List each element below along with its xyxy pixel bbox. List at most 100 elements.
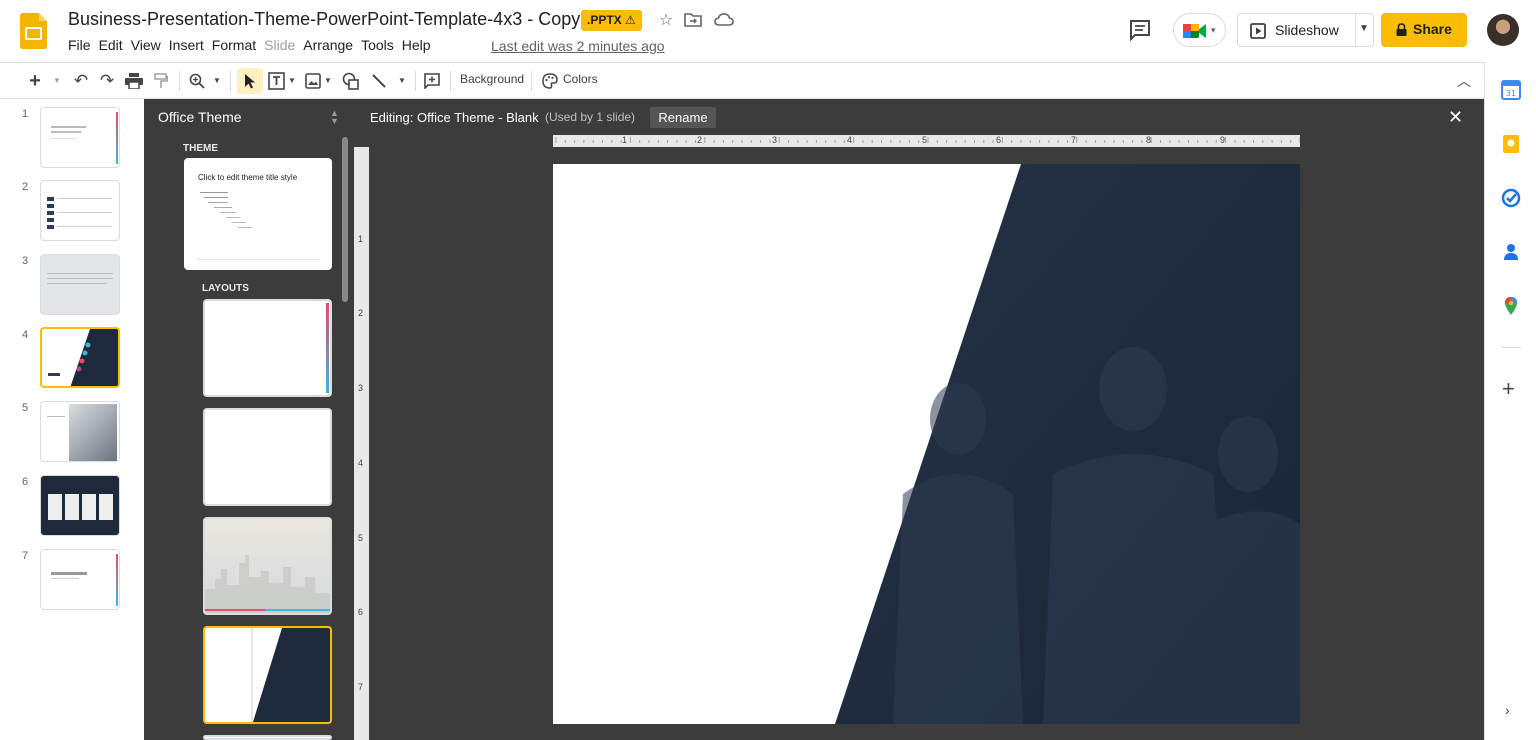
thumb-text-line xyxy=(57,212,112,213)
shape-icon[interactable] xyxy=(342,72,360,90)
background-button[interactable]: Background xyxy=(460,72,524,86)
slide-thumbnail-6[interactable] xyxy=(40,475,120,536)
keep-icon[interactable] xyxy=(1501,134,1521,154)
thumb-block xyxy=(47,204,54,208)
slide-thumbnail-1[interactable] xyxy=(40,107,120,168)
ruler-label: 2 xyxy=(697,135,703,145)
theme-select-icon[interactable]: ▲ ▼ xyxy=(330,109,339,126)
menu-file[interactable]: File xyxy=(68,37,91,57)
menu-help[interactable]: Help xyxy=(402,37,431,57)
layout-usage: (Used by 1 slide) xyxy=(545,110,636,124)
paint-format-icon[interactable] xyxy=(154,73,168,89)
vertical-ruler[interactable]: 1 2 3 4 5 6 7 xyxy=(354,147,369,740)
layout-thumbnail-photo[interactable] xyxy=(203,517,332,615)
accent-bar xyxy=(116,112,118,164)
master-text-line xyxy=(220,212,236,213)
zoom-dropdown-icon[interactable]: ▼ xyxy=(212,71,222,91)
add-comment-icon[interactable] xyxy=(424,73,440,89)
redo-icon[interactable]: ↷ xyxy=(98,71,116,91)
document-title[interactable]: Business-Presentation-Theme-PowerPoint-T… xyxy=(68,9,580,30)
star-icon[interactable]: ☆ xyxy=(655,10,677,32)
layout-dark-shape xyxy=(251,628,330,722)
new-slide-icon[interactable]: + xyxy=(28,71,42,91)
palette-icon[interactable] xyxy=(542,73,558,89)
slide-thumbnail-3[interactable] xyxy=(40,254,120,315)
last-edit-link[interactable]: Last edit was 2 minutes ago xyxy=(491,38,665,54)
master-text-line xyxy=(214,207,232,208)
select-tool-button[interactable] xyxy=(237,68,263,94)
user-avatar[interactable] xyxy=(1487,14,1519,46)
accent-bar xyxy=(326,303,329,393)
menu-edit[interactable]: Edit xyxy=(99,37,123,57)
comments-icon[interactable] xyxy=(1128,18,1154,42)
maps-icon[interactable] xyxy=(1501,296,1521,316)
add-addon-icon[interactable]: + xyxy=(1502,376,1515,402)
print-icon[interactable] xyxy=(125,73,143,89)
zoom-icon[interactable] xyxy=(189,73,205,89)
tasks-icon[interactable] xyxy=(1501,188,1521,208)
menu-view[interactable]: View xyxy=(131,37,161,57)
line-icon[interactable] xyxy=(371,73,387,89)
menu-slide[interactable]: Slide xyxy=(264,37,295,57)
master-text-line xyxy=(208,202,228,203)
theme-panel-scrollbar[interactable] xyxy=(342,137,348,302)
undo-icon[interactable]: ↶ xyxy=(72,71,90,91)
image-dropdown-icon[interactable]: ▼ xyxy=(323,71,333,91)
menu-tools[interactable]: Tools xyxy=(361,37,394,57)
slide-number: 1 xyxy=(22,108,29,120)
slide-thumbnail-7[interactable] xyxy=(40,549,120,610)
slide-canvas[interactable] xyxy=(553,164,1300,724)
layout-thumbnail-title[interactable] xyxy=(203,299,332,397)
dark-photo-shape[interactable] xyxy=(553,164,1300,724)
menu-insert[interactable]: Insert xyxy=(169,37,204,57)
move-folder-icon[interactable] xyxy=(684,12,702,28)
cloud-saved-icon[interactable] xyxy=(714,12,734,28)
collapse-toolbar-icon[interactable]: ︿ xyxy=(1456,71,1472,91)
master-text-line xyxy=(232,222,246,223)
ruler-label: 1 xyxy=(622,135,628,145)
menu-format[interactable]: Format xyxy=(212,37,256,57)
master-text-line xyxy=(238,227,252,228)
thumb-text-line xyxy=(51,126,86,128)
slides-logo-icon[interactable] xyxy=(20,13,47,49)
layouts-heading: LAYOUTS xyxy=(202,283,249,294)
pptx-format-badge[interactable]: .PPTX ⚠ xyxy=(581,10,642,31)
theme-panel-title[interactable]: Office Theme xyxy=(158,109,242,125)
layout-thumbnail-content[interactable] xyxy=(203,408,332,506)
slide-thumbnail-5[interactable] xyxy=(40,401,120,462)
meet-button[interactable]: ▾ xyxy=(1173,13,1226,47)
text-box-dropdown-icon[interactable]: ▼ xyxy=(287,71,297,91)
thumb-block xyxy=(47,197,54,201)
layout-thumbnail-next[interactable] xyxy=(203,735,332,740)
share-label: Share xyxy=(1413,21,1452,37)
contacts-icon[interactable] xyxy=(1501,242,1521,262)
theme-master-thumbnail[interactable]: Click to edit theme title style xyxy=(184,158,332,270)
insert-image-icon[interactable] xyxy=(305,73,321,89)
expand-panel-icon[interactable]: › xyxy=(1505,702,1510,718)
slide-number: 7 xyxy=(22,550,29,562)
calendar-icon[interactable]: 31 xyxy=(1501,80,1521,100)
ruler-label: 8 xyxy=(1146,135,1152,145)
text-box-icon[interactable] xyxy=(268,72,285,90)
slideshow-button[interactable]: Slideshow ▼ xyxy=(1237,13,1374,47)
thumb-text-line xyxy=(47,273,113,274)
master-text-line xyxy=(200,192,228,193)
slide-thumbnail-2[interactable] xyxy=(40,180,120,241)
menu-arrange[interactable]: Arrange xyxy=(303,37,353,57)
slideshow-dropdown-icon[interactable]: ▼ xyxy=(1359,23,1369,34)
colors-button[interactable]: Colors xyxy=(563,72,598,86)
line-dropdown-icon[interactable]: ▼ xyxy=(397,71,407,91)
toolbar-divider xyxy=(230,71,231,91)
meet-caret-icon: ▾ xyxy=(1211,25,1216,35)
rename-button[interactable]: Rename xyxy=(650,107,716,128)
share-button[interactable]: Share xyxy=(1381,13,1467,47)
ruler-label: 3 xyxy=(358,383,364,393)
layout-thumbnail-blank[interactable] xyxy=(203,626,332,724)
app-header: Business-Presentation-Theme-PowerPoint-T… xyxy=(0,0,1536,62)
meet-camera-icon xyxy=(1183,24,1206,38)
slide-thumbnail-4[interactable] xyxy=(40,327,120,388)
horizontal-ruler[interactable]: 1 2 3 4 5 6 7 8 9 xyxy=(369,135,1484,147)
thumb-card xyxy=(48,494,62,520)
close-icon[interactable]: ✕ xyxy=(1448,107,1463,128)
new-slide-dropdown-icon[interactable]: ▼ xyxy=(52,71,62,91)
